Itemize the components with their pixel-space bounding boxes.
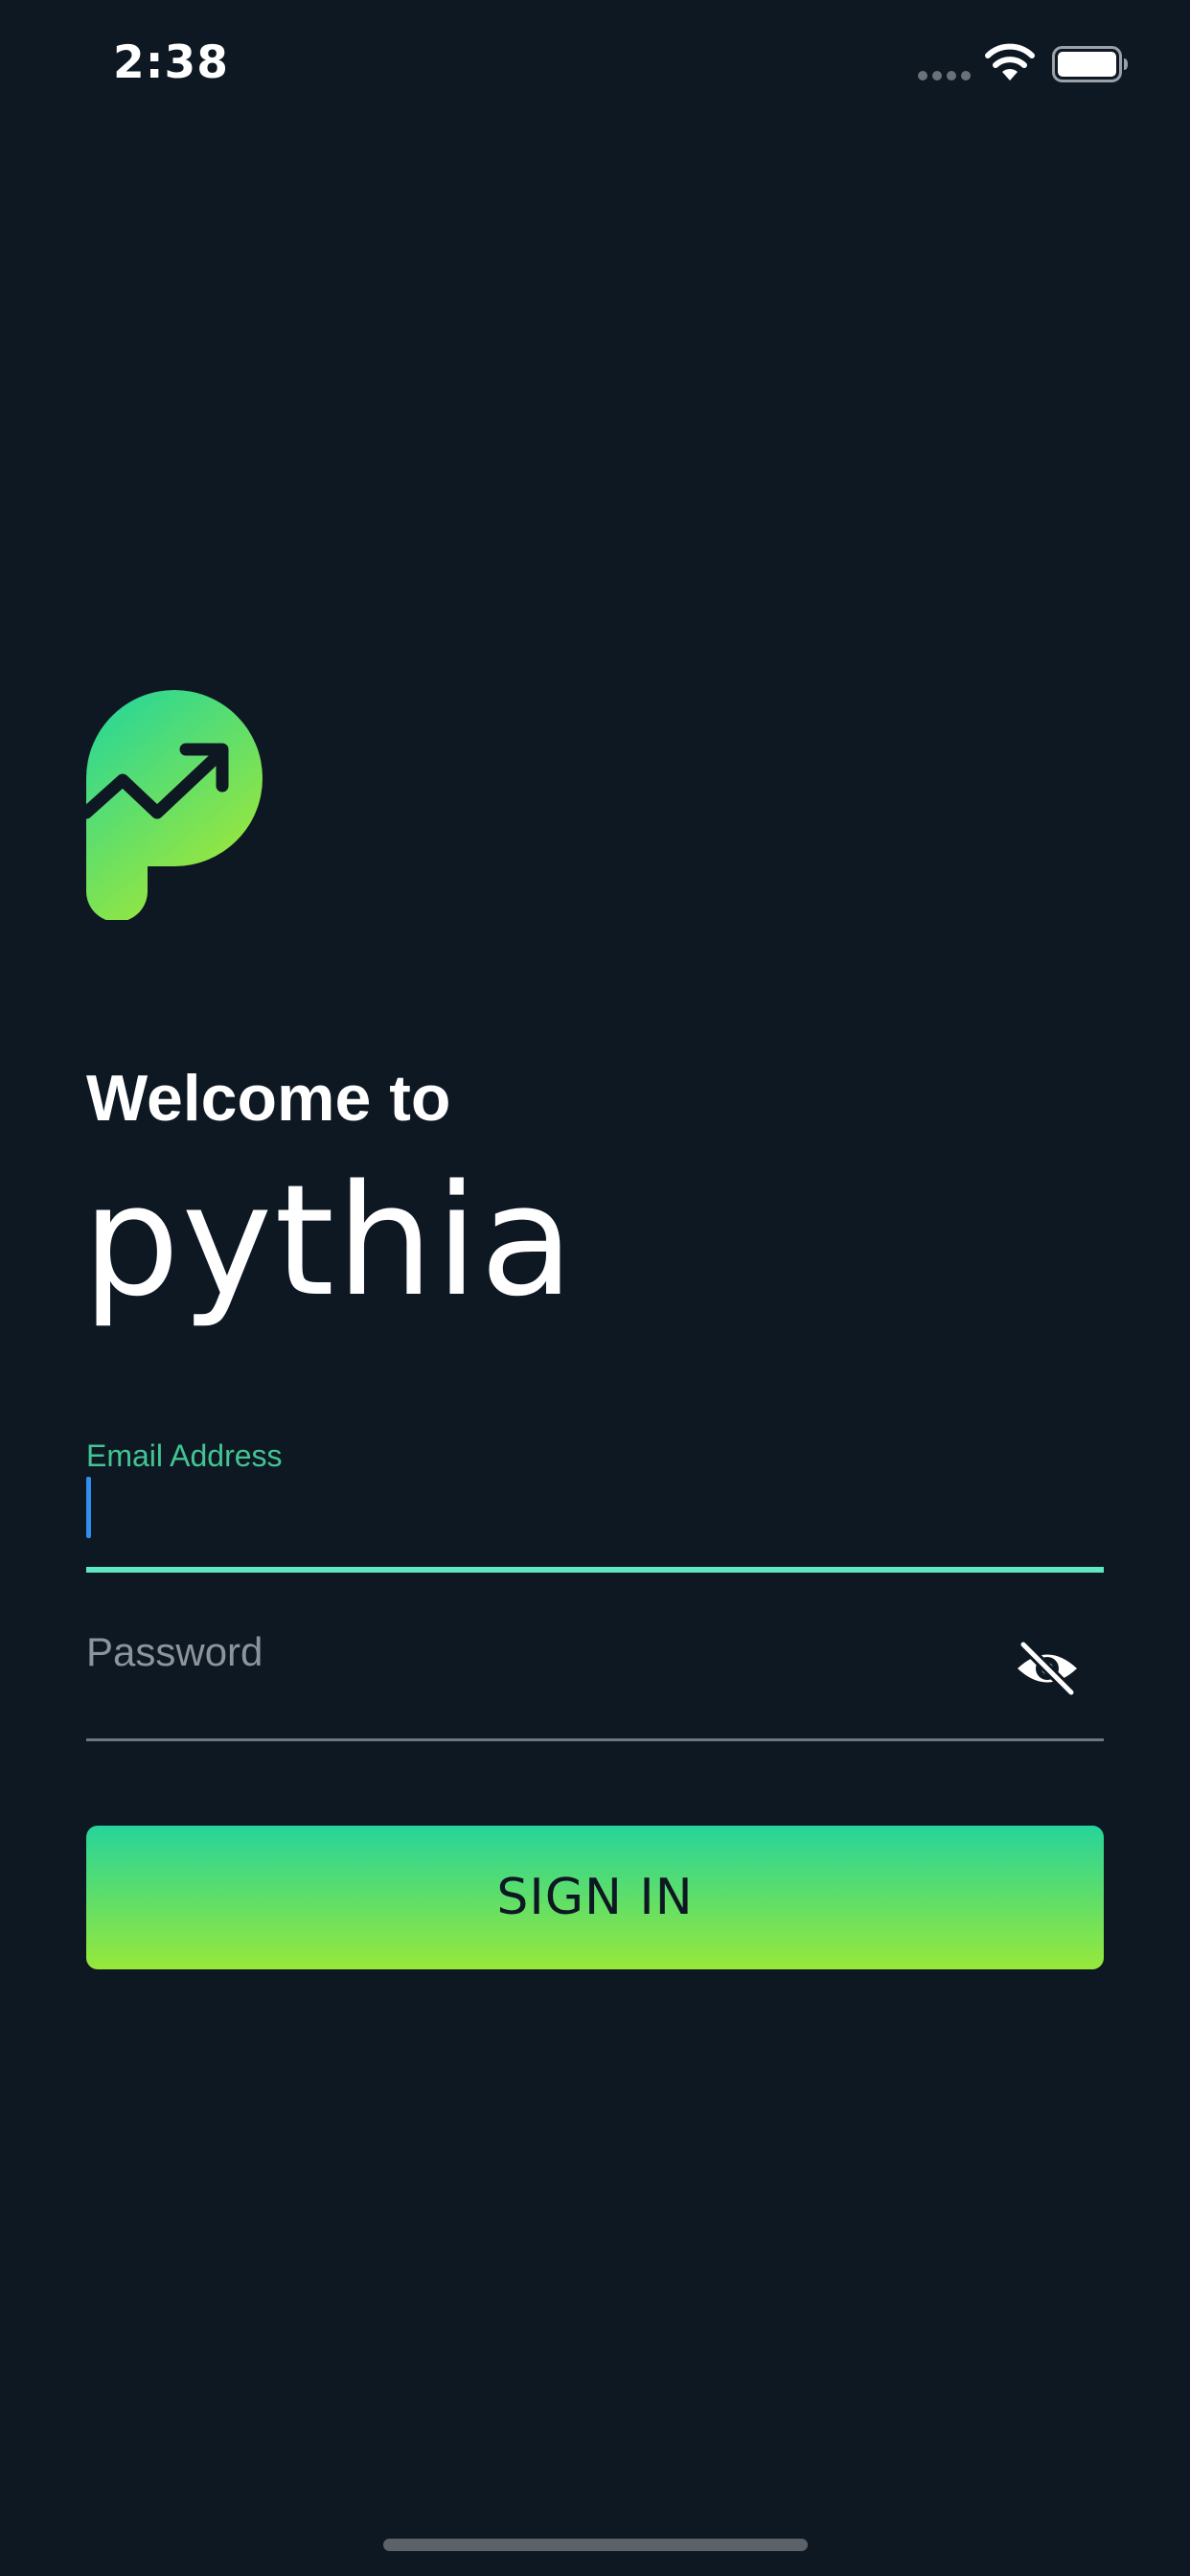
status-time: 2:38 (113, 36, 229, 89)
email-input[interactable] (86, 1477, 1104, 1563)
email-label: Email Address (86, 1438, 283, 1473)
battery-icon (1052, 46, 1128, 82)
brand-wordmark: pythia (82, 1151, 576, 1330)
email-underline (86, 1567, 1104, 1573)
pythia-logo-icon (86, 690, 263, 920)
sign-in-button[interactable]: SIGN IN (86, 1826, 1104, 1969)
email-field[interactable]: Email Address (86, 1433, 1104, 1575)
password-field[interactable]: Password (86, 1610, 1104, 1742)
signal-dots-icon (918, 71, 971, 80)
password-underline (86, 1738, 1104, 1741)
text-caret (86, 1477, 91, 1538)
home-indicator (383, 2539, 808, 2551)
wifi-icon (985, 43, 1035, 80)
eye-off-icon[interactable] (1014, 1639, 1081, 1696)
welcome-heading: Welcome to (86, 1062, 451, 1135)
password-input[interactable] (86, 1610, 987, 1706)
status-bar: 2:38 (0, 0, 1190, 129)
